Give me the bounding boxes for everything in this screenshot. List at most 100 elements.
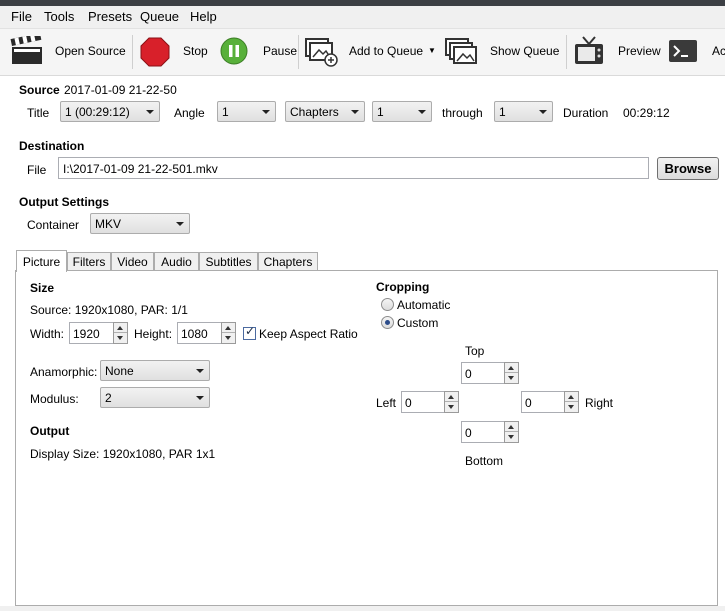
- cropping-heading: Cropping: [376, 280, 430, 294]
- destination-file-input[interactable]: I:\2017-01-09 21-22-501.mkv: [58, 157, 649, 179]
- crop-automatic-radio[interactable]: [381, 298, 394, 311]
- width-stepper[interactable]: 1920: [69, 322, 128, 344]
- tab-filters[interactable]: Filters: [67, 252, 111, 271]
- width-label: Width:: [30, 327, 65, 341]
- show-queue-label: Show Queue: [490, 44, 560, 58]
- crop-right-stepper[interactable]: 0: [521, 391, 579, 413]
- increment-arrow-icon[interactable]: [505, 422, 518, 432]
- preview-button[interactable]: Preview: [570, 29, 662, 75]
- show-queue-button[interactable]: Show Queue: [442, 29, 562, 75]
- activity-log-button[interactable]: Ac: [666, 29, 725, 75]
- increment-arrow-icon[interactable]: [505, 363, 518, 373]
- window-bottom-edge: [0, 606, 725, 611]
- crop-right-stepper-buttons: [564, 391, 579, 413]
- range-end-dropdown[interactable]: 1: [494, 101, 553, 122]
- open-source-button[interactable]: Open Source: [6, 29, 128, 75]
- stop-icon: [140, 37, 170, 67]
- increment-arrow-icon[interactable]: [114, 323, 127, 333]
- pause-button[interactable]: Pause: [218, 29, 297, 75]
- toolbar-separator: [566, 35, 567, 69]
- menu-tools[interactable]: Tools: [44, 9, 74, 24]
- crop-top-label: Top: [465, 344, 485, 358]
- duration-label: Duration: [563, 106, 609, 120]
- increment-arrow-icon[interactable]: [222, 323, 235, 333]
- add-to-queue-button[interactable]: Add to Queue ▼: [302, 29, 438, 75]
- decrement-arrow-icon[interactable]: [114, 333, 127, 343]
- angle-dropdown-value: 1: [222, 105, 229, 119]
- modulus-label: Modulus:: [30, 392, 79, 406]
- duration-value: 00:29:12: [623, 106, 670, 120]
- source-heading: Source: [19, 83, 60, 97]
- picture-tab-panel: [15, 270, 718, 606]
- container-dropdown[interactable]: MKV: [90, 213, 190, 234]
- chevron-down-icon: [196, 369, 204, 373]
- crop-top-stepper[interactable]: 0: [461, 362, 519, 384]
- container-dropdown-value: MKV: [95, 217, 122, 231]
- toolbar-separator: [298, 35, 299, 69]
- tab-audio[interactable]: Audio: [154, 252, 199, 271]
- menu-queue[interactable]: Queue: [140, 9, 179, 24]
- crop-right-label: Right: [585, 396, 614, 410]
- crop-bottom-stepper[interactable]: 0: [461, 421, 519, 443]
- increment-arrow-icon[interactable]: [565, 392, 578, 402]
- crop-left-label: Left: [376, 396, 397, 410]
- range-start-dropdown[interactable]: 1: [372, 101, 432, 122]
- range-type-value: Chapters: [290, 105, 339, 119]
- size-heading: Size: [30, 281, 55, 295]
- tab-chapters[interactable]: Chapters: [258, 252, 318, 271]
- dropdown-caret-icon[interactable]: ▼: [428, 46, 436, 55]
- through-label: through: [442, 106, 483, 120]
- anamorphic-value: None: [105, 364, 134, 378]
- source-resolution-text: Source: 1920x1080, PAR: 1/1: [30, 303, 188, 317]
- tab-picture[interactable]: Picture: [16, 250, 67, 272]
- height-stepper[interactable]: 1080: [177, 322, 236, 344]
- angle-dropdown[interactable]: 1: [217, 101, 276, 122]
- chevron-down-icon: [539, 110, 547, 114]
- crop-bottom-value: 0: [465, 426, 472, 440]
- decrement-arrow-icon[interactable]: [505, 432, 518, 442]
- destination-heading: Destination: [19, 139, 85, 153]
- add-to-queue-icon: [305, 38, 338, 67]
- height-stepper-buttons: [221, 322, 236, 344]
- tab-video[interactable]: Video: [111, 252, 154, 271]
- browse-button[interactable]: Browse: [657, 157, 719, 180]
- crop-custom-radio[interactable]: [381, 316, 394, 329]
- keep-aspect-ratio-label: Keep Aspect Ratio: [259, 327, 358, 341]
- tab-subtitles[interactable]: Subtitles: [199, 252, 258, 271]
- crop-top-stepper-buttons: [504, 362, 519, 384]
- decrement-arrow-icon[interactable]: [565, 402, 578, 412]
- title-dropdown[interactable]: 1 (00:29:12): [60, 101, 160, 122]
- chevron-down-icon: [418, 110, 426, 114]
- menu-bar: File Tools Presets Queue Help: [0, 6, 725, 29]
- crop-left-value: 0: [405, 396, 412, 410]
- crop-right-value: 0: [525, 396, 532, 410]
- terminal-icon: [669, 40, 697, 62]
- toolbar: Open Source Stop Pause Add to Queue ▼ Sh…: [0, 29, 725, 76]
- stop-button[interactable]: Stop: [138, 29, 212, 75]
- height-value: 1080: [181, 327, 208, 341]
- toolbar-separator: [132, 35, 133, 69]
- menu-presets[interactable]: Presets: [88, 9, 132, 24]
- decrement-arrow-icon[interactable]: [505, 373, 518, 383]
- open-source-label: Open Source: [55, 44, 126, 58]
- tv-icon: [575, 36, 603, 64]
- crop-automatic-label: Automatic: [397, 298, 451, 312]
- crop-left-stepper[interactable]: 0: [401, 391, 459, 413]
- output-heading: Output: [30, 424, 70, 438]
- crop-bottom-stepper-buttons: [504, 421, 519, 443]
- chevron-down-icon: [196, 396, 204, 400]
- decrement-arrow-icon[interactable]: [222, 333, 235, 343]
- menu-file[interactable]: File: [11, 9, 32, 24]
- menu-help[interactable]: Help: [190, 9, 217, 24]
- keep-aspect-ratio-checkbox[interactable]: [243, 324, 256, 340]
- height-label: Height:: [134, 327, 173, 341]
- decrement-arrow-icon[interactable]: [445, 402, 458, 412]
- chevron-down-icon: [351, 110, 359, 114]
- crop-custom-label: Custom: [397, 316, 439, 330]
- pause-icon: [220, 37, 248, 65]
- increment-arrow-icon[interactable]: [445, 392, 458, 402]
- modulus-dropdown[interactable]: 2: [100, 387, 210, 408]
- activity-log-label: Ac: [712, 44, 725, 58]
- anamorphic-dropdown[interactable]: None: [100, 360, 210, 381]
- range-type-dropdown[interactable]: Chapters: [285, 101, 365, 122]
